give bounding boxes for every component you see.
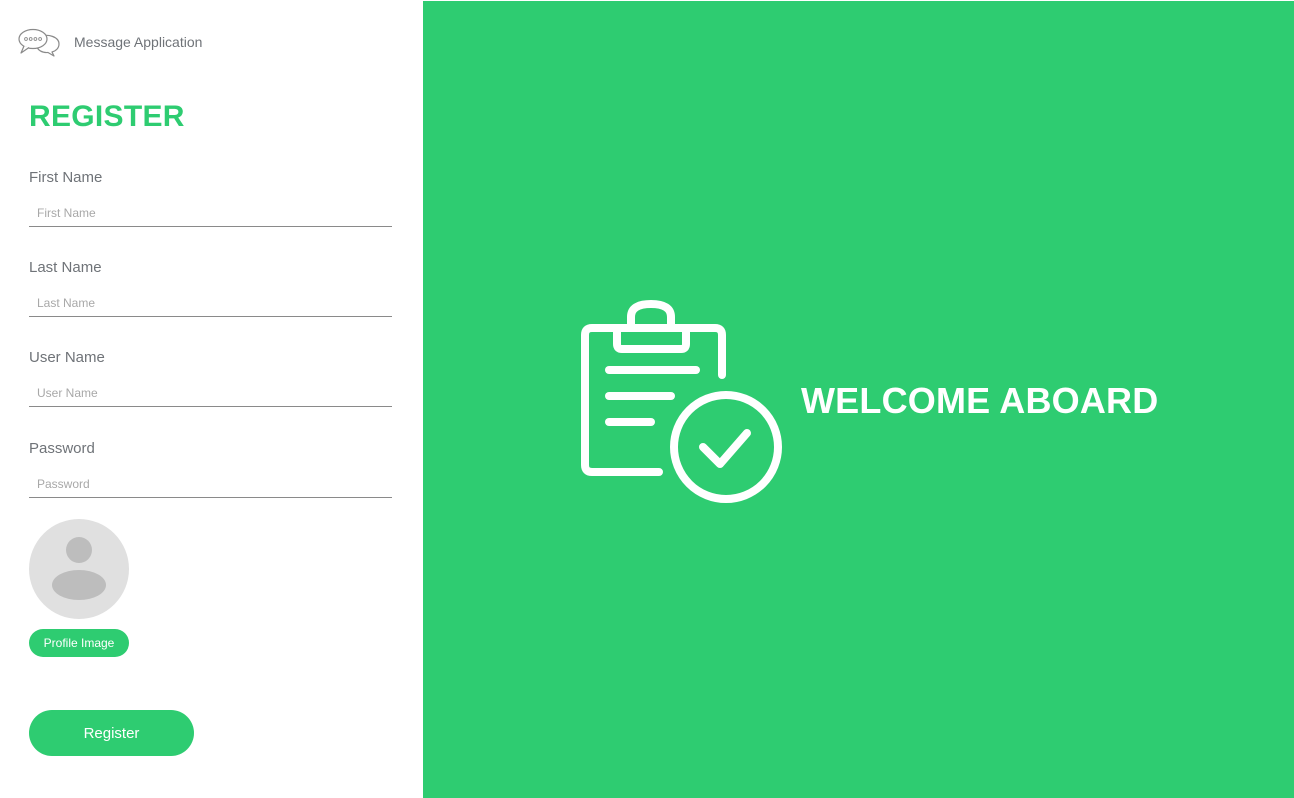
avatar-head	[66, 537, 92, 563]
last-name-label: Last Name	[29, 259, 102, 276]
chat-bubbles-icon	[18, 28, 60, 57]
password-input[interactable]	[29, 470, 392, 498]
register-panel: Message Application REGISTER First Name …	[0, 0, 423, 798]
profile-image-button[interactable]: Profile Image	[29, 629, 129, 657]
welcome-panel: WELCOME ABOARD	[423, 1, 1294, 798]
first-name-input[interactable]	[29, 199, 392, 227]
register-page: Message Application REGISTER First Name …	[0, 0, 1294, 798]
register-button[interactable]: Register	[29, 710, 194, 756]
first-name-label: First Name	[29, 169, 103, 186]
user-avatar-icon	[29, 519, 129, 619]
register-heading: REGISTER	[29, 100, 185, 133]
avatar-body	[52, 570, 106, 600]
user-name-input[interactable]	[29, 379, 392, 407]
app-title: Message Application	[74, 34, 203, 50]
welcome-heading: WELCOME ABOARD	[801, 380, 1159, 421]
last-name-input[interactable]	[29, 289, 392, 317]
user-name-label: User Name	[29, 349, 105, 366]
password-label: Password	[29, 440, 95, 457]
clipboard-check-icon	[581, 300, 782, 503]
app-brand: Message Application	[18, 26, 202, 58]
